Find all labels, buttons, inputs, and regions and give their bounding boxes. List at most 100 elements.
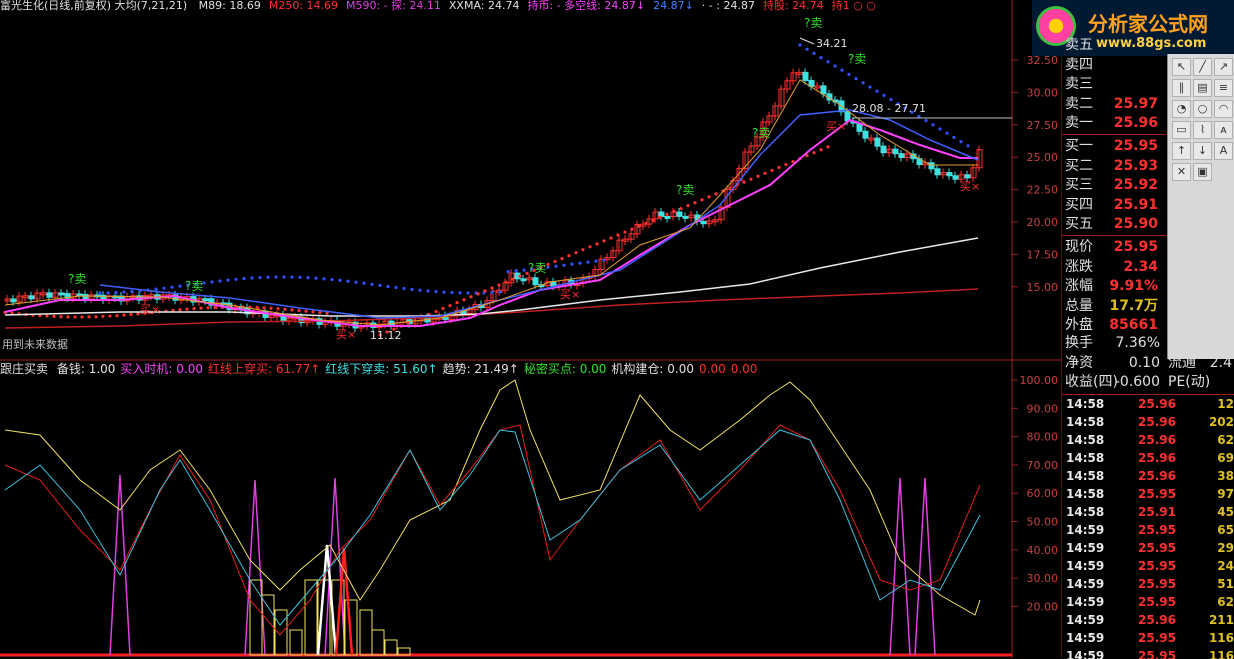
buy-timing-spike [109,474,131,656]
candle [862,130,869,139]
stop-dot [847,72,851,76]
indicator-item: 秘密买点: 0.00 [523,362,607,376]
price-chart[interactable]: 32.5030.0027.5025.0022.5020.0017.5015.00… [0,0,1062,658]
tick-time: 14:58 [1066,397,1105,411]
stop-dot [242,277,246,281]
stop-dot [458,291,462,295]
quote-row: 买三 25.92 [1062,176,1166,196]
arrow-down-icon[interactable]: ↓ [1193,142,1212,160]
tick-price: 25.95 [1138,577,1176,591]
label-a-icon[interactable]: A [1214,142,1233,160]
support-dot [574,251,578,255]
stop-dot [945,131,949,135]
support-dot [115,313,119,318]
support-dot [455,301,459,305]
quote-label: 买一 [1065,137,1093,154]
sell-marker: ?卖 [804,16,822,30]
tick-list[interactable]: 14:58 25.96 12 14:58 25.96 202 14:58 25.96 62 14:… [1062,394,1234,659]
stop-dot [506,269,510,274]
tick-price: 25.95 [1138,631,1176,645]
tick-volume: 29 [1217,541,1234,555]
stop-dot [346,279,350,283]
quote-row: 买五 25.90 [1062,215,1166,235]
line-icon[interactable]: ╱ [1193,58,1212,76]
cursor-icon[interactable]: ↖ [1172,58,1191,76]
support-dot [290,308,294,312]
quote-label: 卖四 [1065,56,1093,73]
circle-icon[interactable]: ○ [1193,100,1212,118]
tick-volume: 116 [1208,631,1234,645]
sell-marker: ?卖 [752,126,770,140]
quote-label: 涨幅 [1065,278,1093,295]
support-dot [297,308,301,313]
support-dot [665,212,669,217]
cycle-icon[interactable]: ⌇ [1193,121,1212,139]
support-dot [311,310,315,314]
channel-icon[interactable]: ▤ [1193,79,1212,97]
support-dot [784,162,788,167]
stop-dot [250,276,254,280]
stop-dot [314,276,318,280]
candle [898,153,905,159]
gann-icon[interactable]: ◔ [1172,100,1191,118]
quote-label: 买四 [1065,196,1093,213]
quote-value: 25.91 [1113,196,1158,213]
quote-row: 买四 25.91 [1062,196,1166,216]
quote-row: 涨幅 9.91% [1062,277,1166,297]
stop-dot [274,275,278,279]
arrow-up-icon[interactable]: ↑ [1172,142,1191,160]
stop-dot [434,290,438,294]
stop-dot [298,275,302,279]
quote-panel: 卖五 卖四 卖三 卖二 25.97 卖一 25.96 买一 25.95 买二 25.93 买三 25.… [1062,36,1166,336]
parallel-icon[interactable]: ∥ [1172,79,1191,97]
support-dot [679,206,683,211]
y-tick-label: 25.00 [1027,151,1059,164]
support-dot [812,151,816,155]
support-dot [192,307,196,311]
trend-yellow-line [4,379,981,616]
quote-value: 85661 [1109,317,1158,334]
text-icon[interactable]: ᴀ [1214,121,1233,139]
y-tick-label: 60.00 [1027,487,1059,500]
cyan-cross-line [4,429,981,626]
stop-dot [882,93,886,97]
stop-dot [952,135,956,139]
rect-icon[interactable]: ▭ [1172,121,1191,139]
chart-header: 富光生化(日线,前复权) 大均(7,21,21) M89: 18.69 M250:… [0,0,1012,12]
indicator-item: 机构建仓: 0.00 [611,362,694,376]
ray-icon[interactable]: ↗ [1214,58,1233,76]
tick-row: 14:59 25.95 62 [1062,593,1234,611]
accumulation-bar [249,579,263,656]
support-dot [178,308,182,312]
tick-volume: 62 [1217,433,1234,447]
quote-row: 卖三 [1062,75,1166,95]
sell-marker: ?卖 [185,279,203,293]
stop-dot [586,260,590,264]
fib-icon[interactable]: ≡ [1214,79,1233,97]
arc-icon[interactable]: ◠ [1214,100,1233,118]
support-dot [686,204,690,208]
candle [892,148,899,155]
stop-dot [931,123,935,127]
support-dot [80,315,84,319]
support-dot [546,262,550,267]
tick-price: 25.96 [1138,613,1176,627]
delete-icon[interactable]: ✕ [1172,163,1191,181]
quote-label: 卖三 [1065,76,1093,93]
stop-dot [450,290,454,295]
tick-row: 14:58 25.96 62 [1062,431,1234,449]
tick-row: 14:58 25.95 97 [1062,485,1234,503]
y-tick-label: 20.00 [1027,216,1059,229]
candle [946,172,953,177]
candle [532,277,539,286]
stop-dot [938,127,942,131]
y-tick-label: 15.00 [1027,281,1059,294]
select-icon[interactable]: ▣ [1193,163,1212,181]
tick-price: 25.95 [1138,559,1176,573]
tick-volume: 65 [1217,523,1234,537]
quote-label: 总量 [1065,297,1093,314]
stop-dot [154,287,158,291]
y-tick-label: 30.00 [1027,86,1059,99]
candle [880,145,887,154]
support-dot [476,292,480,296]
